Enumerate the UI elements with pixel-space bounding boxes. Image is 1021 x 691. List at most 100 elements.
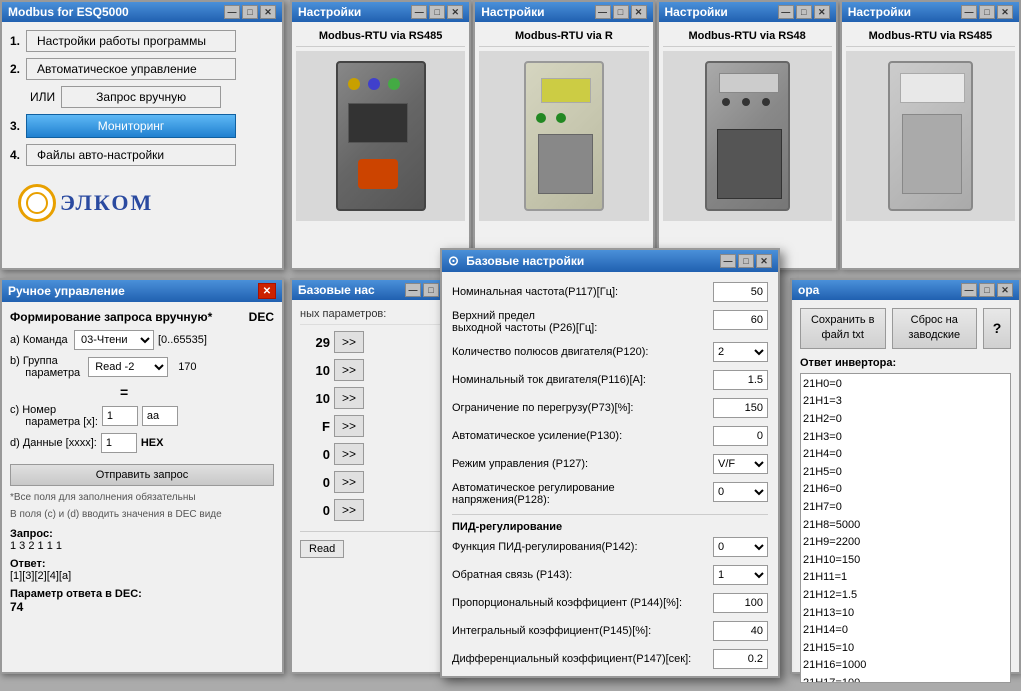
param-arrow-5[interactable]: >>: [334, 443, 364, 465]
pid-row-3: Пропорциональный коэффициент (P144)[%]:: [452, 593, 768, 613]
settings-window-2: Настройки — □ ✕ Modbus-RTU via R: [473, 0, 654, 270]
bracket-val: [0..65535]: [158, 334, 207, 346]
pid-select-1[interactable]: 0: [713, 537, 768, 557]
settings-titlebar-4: Настройки — □ ✕: [842, 2, 1019, 22]
read-button[interactable]: Read: [300, 540, 344, 558]
param-arrow-7[interactable]: >>: [334, 499, 364, 521]
bazovye-tb: — □ ✕: [720, 254, 772, 268]
param-val-4: F: [300, 419, 330, 434]
close-button[interactable]: ✕: [260, 5, 276, 19]
settings-max-2[interactable]: □: [613, 5, 629, 19]
baz-input-6[interactable]: [713, 426, 768, 446]
param-arrow-2[interactable]: >>: [334, 359, 364, 381]
list-item: 21H0=0: [803, 376, 1008, 394]
settings-close-1[interactable]: ✕: [447, 5, 463, 19]
manual-request-button[interactable]: Запрос вручную: [61, 86, 221, 108]
bazovye-title: ⊙ Базовые настройки: [448, 253, 584, 269]
baz-select-7[interactable]: V/F: [713, 454, 768, 474]
settings-titlebar-3: Настройки — □ ✕: [659, 2, 836, 22]
baz-label-6: Автоматическое усиление(P130):: [452, 430, 707, 442]
param-dec-label: Параметр ответа в DEC:: [10, 588, 142, 600]
bazovye-min[interactable]: —: [720, 254, 736, 268]
monitoring-button[interactable]: Мониторинг: [26, 114, 236, 138]
files-button[interactable]: Файлы авто-настройки: [26, 144, 236, 166]
pid-row-4: Интегральный коэффициент(P145)[%]:: [452, 621, 768, 641]
invertor-close[interactable]: ✕: [997, 283, 1013, 297]
settings-close-4[interactable]: ✕: [997, 5, 1013, 19]
params-max[interactable]: □: [423, 283, 439, 297]
param-arrow-3[interactable]: >>: [334, 387, 364, 409]
inv-list[interactable]: 21H0=0 21H1=3 21H2=0 21H3=0 21H4=0 21H5=…: [800, 373, 1011, 683]
vfd-device-4: [888, 61, 973, 211]
equals-row: =: [120, 384, 274, 400]
send-request-button[interactable]: Отправить запрос: [10, 464, 274, 486]
invertor-min[interactable]: —: [961, 283, 977, 297]
baz-input-1[interactable]: [713, 282, 768, 302]
list-item: 21H2=0: [803, 411, 1008, 429]
command-select[interactable]: 03-Чтени: [74, 330, 154, 350]
param-num-input[interactable]: [102, 406, 138, 426]
param-arrow-1[interactable]: >>: [334, 331, 364, 353]
settings-body-1: Modbus-RTU via RS485: [292, 22, 469, 225]
menu-item-4: 4. Файлы авто-настройки: [10, 144, 274, 166]
pid-input-3[interactable]: [713, 593, 768, 613]
manual-body: Формирование запроса вручную* DEC a) Ком…: [2, 302, 282, 622]
invertor-tb: — □ ✕: [961, 283, 1013, 297]
pid-title: ПИД-регулирование: [452, 521, 768, 533]
baz-select-8[interactable]: 0: [713, 482, 768, 502]
params-min[interactable]: —: [405, 283, 421, 297]
settings-max-4[interactable]: □: [979, 5, 995, 19]
read-section: Read: [300, 531, 455, 558]
titlebar-buttons: — □ ✕: [224, 5, 276, 19]
main-title: Modbus for ESQ5000: [8, 5, 129, 19]
settings-title-2: Настройки: [481, 5, 544, 19]
pid-input-4[interactable]: [713, 621, 768, 641]
settings-window-3: Настройки — □ ✕ Modbus-RTU via RS48: [657, 0, 838, 270]
param-arrow-4[interactable]: >>: [334, 415, 364, 437]
bazovye-close[interactable]: ✕: [756, 254, 772, 268]
vfd-device-2: [524, 61, 604, 211]
logo-circle: [18, 184, 56, 222]
settings-min-4[interactable]: —: [961, 5, 977, 19]
param-arrow-6[interactable]: >>: [334, 471, 364, 493]
pid-select-2[interactable]: 1: [713, 565, 768, 585]
help-button[interactable]: ?: [983, 308, 1011, 349]
settings-body-2: Modbus-RTU via R: [475, 22, 652, 225]
baz-row-4: Номинальный ток двигателя(P116)[А]:: [452, 370, 768, 390]
baz-select-3[interactable]: 2: [713, 342, 768, 362]
baz-input-2[interactable]: [713, 310, 768, 330]
manual-section-title-text: Формирование запроса вручную*: [10, 310, 212, 324]
save-file-button[interactable]: Сохранить вфайл txt: [800, 308, 886, 349]
settings-max-1[interactable]: □: [429, 5, 445, 19]
reset-factory-button[interactable]: Сброс назаводские: [892, 308, 978, 349]
pid-input-5[interactable]: [713, 649, 768, 669]
invertor-window: ора — □ ✕ Сохранить вфайл txt Сброс наза…: [790, 278, 1021, 674]
data-input[interactable]: [101, 433, 137, 453]
invertor-max[interactable]: □: [979, 283, 995, 297]
bazovye-max[interactable]: □: [738, 254, 754, 268]
main-titlebar: Modbus for ESQ5000 — □ ✕: [2, 2, 282, 22]
settings-title-4: Настройки: [848, 5, 911, 19]
group-select[interactable]: Read -2: [88, 357, 168, 377]
auto-control-button[interactable]: Автоматическое управление: [26, 58, 236, 80]
list-item: 21H10=150: [803, 552, 1008, 570]
param-hex-input[interactable]: [142, 406, 178, 426]
settings-button[interactable]: Настройки работы программы: [26, 30, 236, 52]
vfd-device-3: [705, 61, 790, 211]
settings-min-1[interactable]: —: [411, 5, 427, 19]
settings-close-2[interactable]: ✕: [631, 5, 647, 19]
baz-input-5[interactable]: [713, 398, 768, 418]
logo-text: ЭЛКОМ: [60, 190, 153, 216]
minimize-button[interactable]: —: [224, 5, 240, 19]
list-item: 21H8=5000: [803, 517, 1008, 535]
settings-min-3[interactable]: —: [778, 5, 794, 19]
device-image-2: [479, 51, 648, 221]
settings-min-2[interactable]: —: [595, 5, 611, 19]
settings-max-3[interactable]: □: [796, 5, 812, 19]
list-item: 21H12=1.5: [803, 587, 1008, 605]
zekom-logo: ЭЛКОМ: [10, 176, 274, 230]
baz-input-4[interactable]: [713, 370, 768, 390]
maximize-button[interactable]: □: [242, 5, 258, 19]
manual-close-button[interactable]: ✕: [258, 283, 276, 299]
settings-close-3[interactable]: ✕: [814, 5, 830, 19]
